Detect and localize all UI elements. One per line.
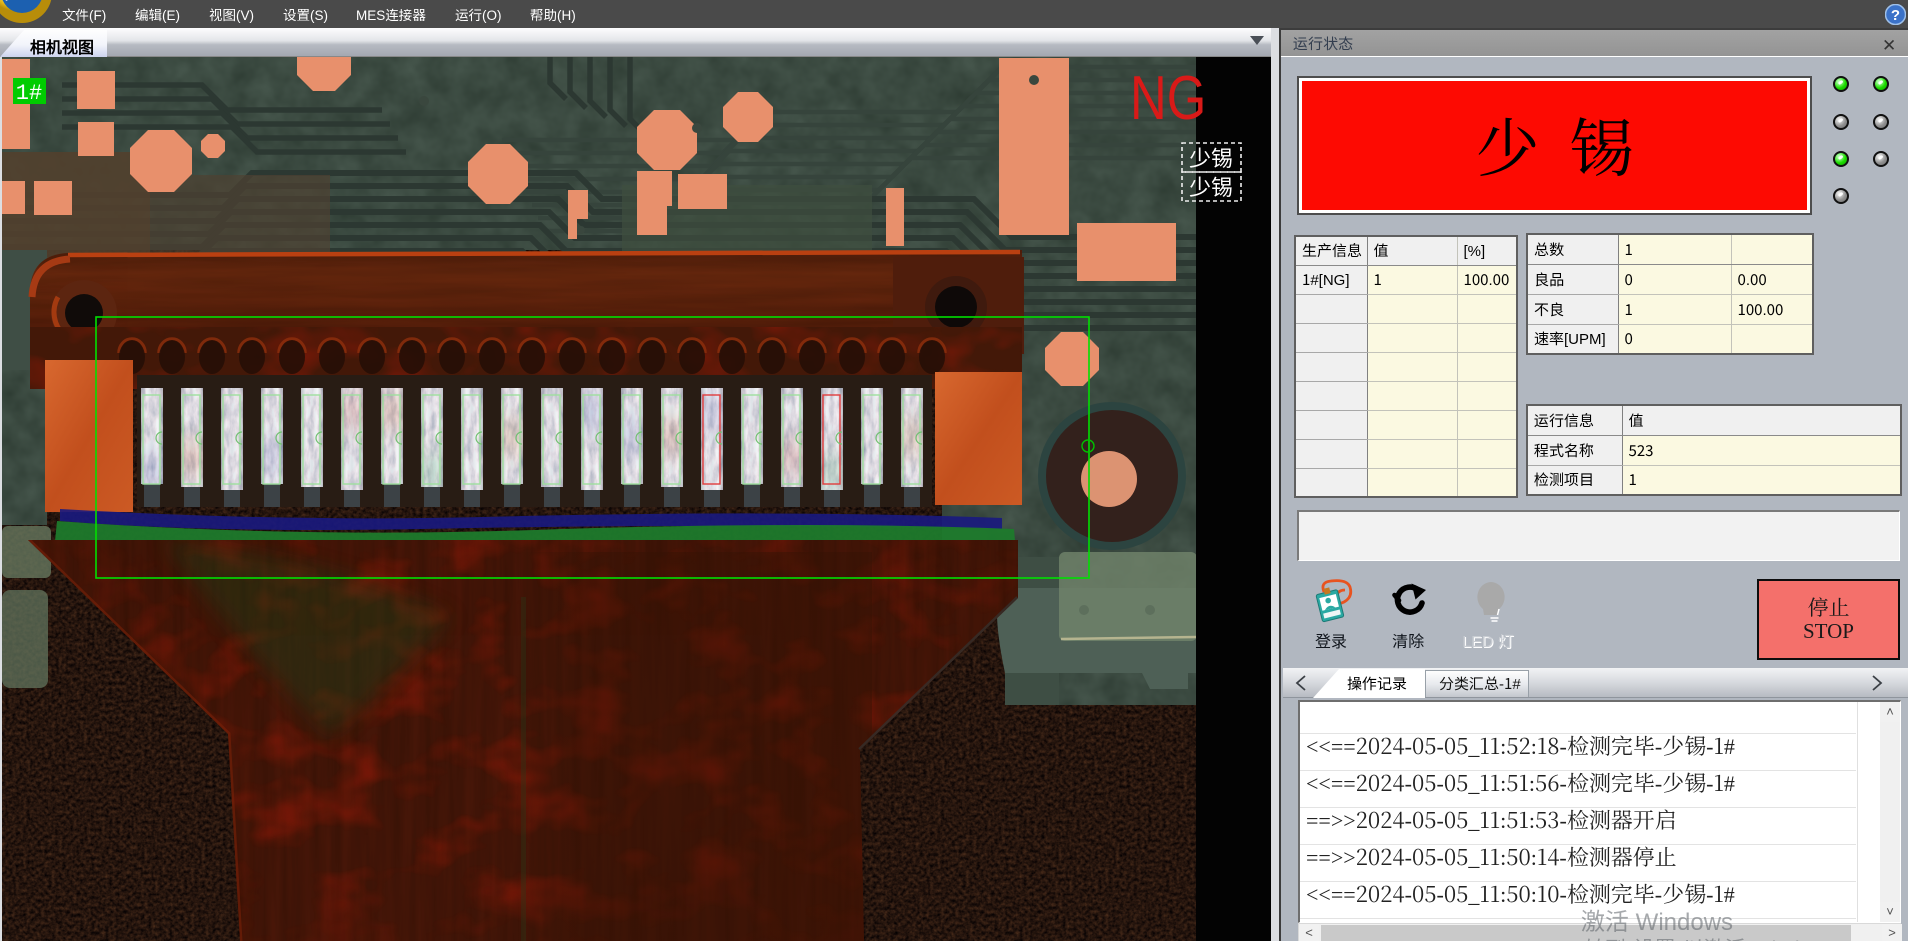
svg-text:NG: NG [1130, 64, 1206, 133]
svg-text:少锡: 少锡 [1189, 141, 1233, 173]
svg-text:?: ? [1891, 7, 1900, 24]
svg-text:少锡: 少锡 [1189, 170, 1233, 202]
svg-text:1#: 1# [16, 81, 42, 106]
